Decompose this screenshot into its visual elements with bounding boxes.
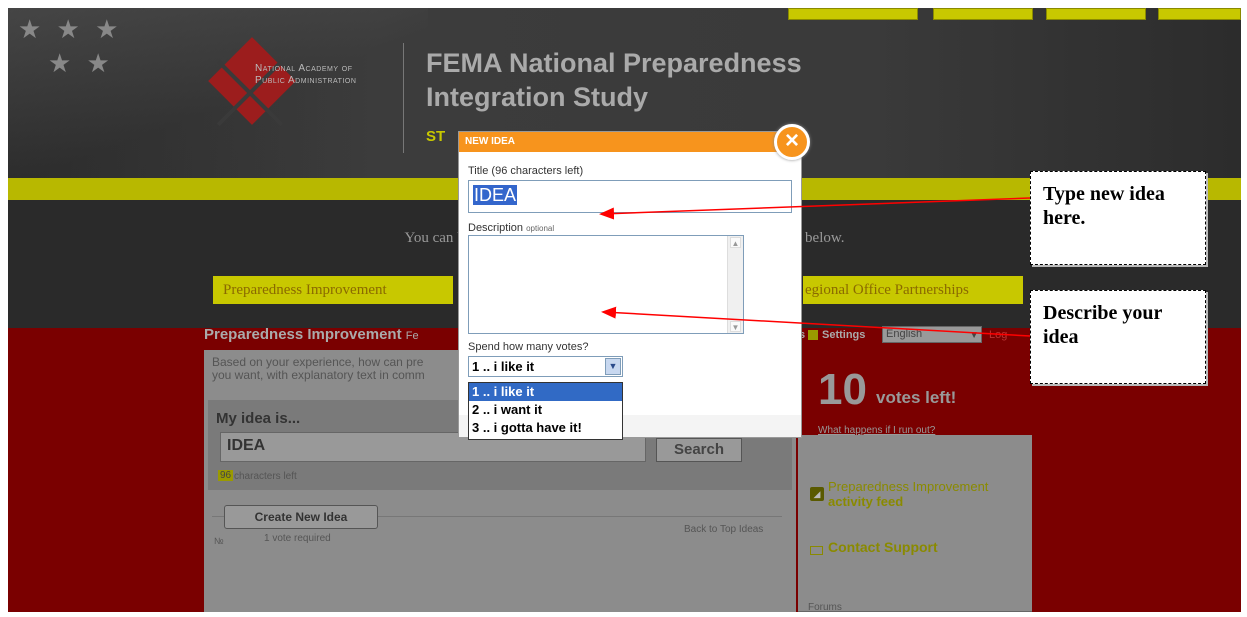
top-nav-item[interactable] (1046, 8, 1146, 20)
topic-regional-office-partnerships[interactable]: egional Office Partnerships (803, 276, 1023, 304)
new-idea-dialog: NEW IDEA Title (96 characters left) IDEA… (458, 131, 802, 440)
sidebar-panel: ◢ Preparedness Improvement activity feed… (798, 435, 1032, 612)
header-divider (403, 43, 404, 153)
annotation-callout-title: Type new idea here. (1030, 171, 1206, 265)
back-to-top-link[interactable]: Back to Top Ideas (684, 524, 763, 535)
votes-option[interactable]: 3 .. i gotta have it! (469, 419, 622, 437)
description-textarea[interactable]: ▲ ▼ (468, 235, 744, 334)
dialog-title: NEW IDEA (465, 136, 515, 147)
votes-option[interactable]: 2 .. i want it (469, 401, 622, 419)
title-input-value: IDEA (473, 185, 518, 205)
divider (798, 611, 1032, 612)
activity-feed-link[interactable]: Preparedness Improvement activity feed (828, 479, 1028, 509)
top-nav-item[interactable] (933, 8, 1033, 20)
vote-required-text: 1 vote required (264, 533, 331, 544)
scroll-down-icon[interactable]: ▼ (730, 321, 741, 332)
votes-left-label: votes left! (876, 388, 957, 407)
scroll-up-icon[interactable]: ▲ (730, 237, 741, 248)
tagline: ST (426, 128, 446, 145)
search-button[interactable]: Search (656, 438, 742, 462)
contact-support-link[interactable]: Contact Support (828, 539, 938, 555)
votes-label: Spend how many votes? (468, 341, 589, 353)
rss-icon (808, 330, 818, 340)
settings-link[interactable]: Settings (822, 329, 865, 341)
login-link[interactable]: Log (989, 329, 1007, 341)
section-title: Preparedness Improvement Fe (204, 326, 419, 343)
mail-icon (810, 546, 823, 555)
org-name: National Academy of Public Administratio… (255, 63, 357, 86)
annotation-callout-description: Describe your idea (1030, 290, 1206, 384)
title-input[interactable]: IDEA (468, 180, 792, 213)
topic-preparedness-improvement[interactable]: Preparedness Improvement (213, 276, 453, 304)
star-decoration: ★ ★ (48, 48, 114, 78)
scrollbar[interactable]: ▲ ▼ (727, 236, 743, 333)
title-label: Title (96 characters left) (468, 165, 584, 177)
create-new-idea-button[interactable]: Create New Idea (224, 505, 378, 529)
top-nav-item[interactable] (788, 8, 918, 20)
site-title: FEMA National Preparedness Integration S… (426, 48, 802, 112)
chevron-down-icon: ▼ (605, 358, 621, 375)
language-select[interactable]: English ▼ (882, 326, 982, 343)
rss-icon: ◢ (810, 487, 824, 501)
description-label: Description optional (468, 222, 555, 234)
votes-option[interactable]: 1 .. i like it (469, 383, 622, 401)
number-sign: № (214, 536, 224, 546)
chars-label: characters left (234, 471, 297, 482)
votes-count: 10 (818, 365, 867, 414)
votes-select[interactable]: 1 .. i like it ▼ (468, 356, 623, 377)
idea-label: My idea is... (216, 410, 301, 427)
top-nav-item[interactable] (1158, 8, 1241, 20)
chevron-down-icon: ▼ (969, 330, 979, 341)
star-decoration: ★ ★ ★ (18, 14, 123, 44)
chars-count-badge: 96 (218, 470, 234, 481)
close-icon[interactable]: × (774, 124, 810, 160)
dialog-header: NEW IDEA (459, 132, 801, 152)
votes-dropdown-list: 1 .. i like it 2 .. i want it 3 .. i got… (468, 382, 623, 440)
